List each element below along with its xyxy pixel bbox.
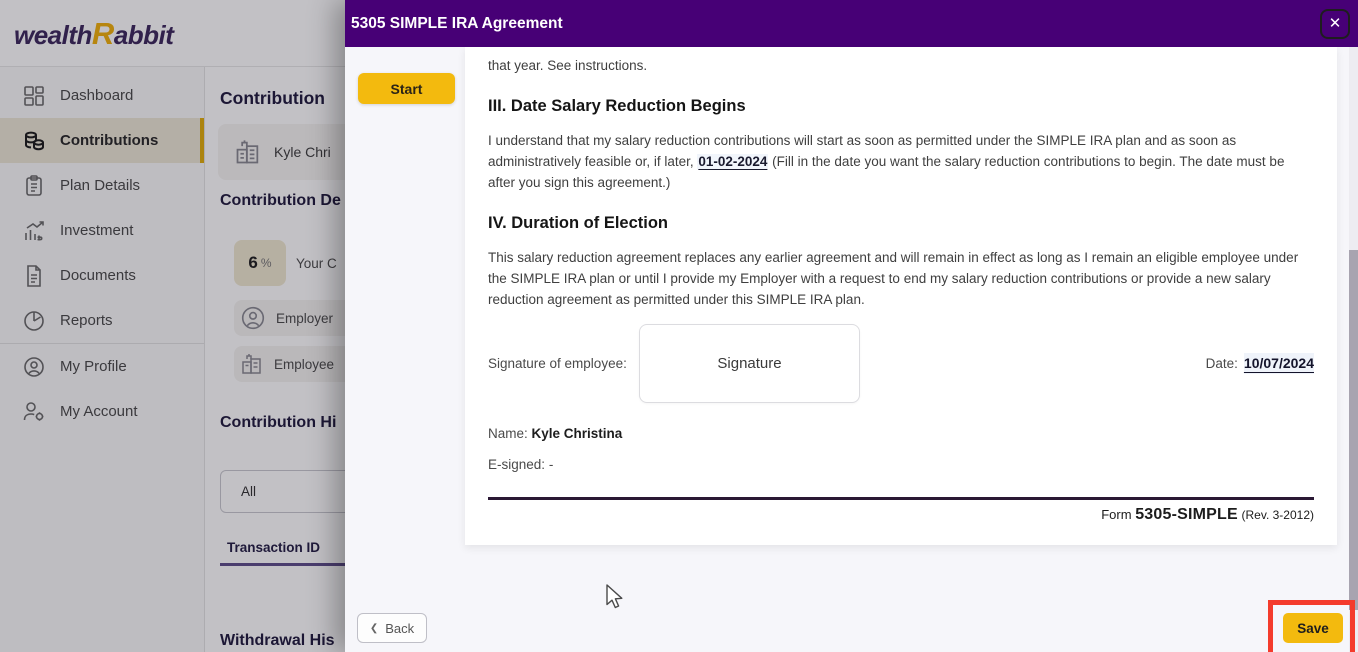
signature-box[interactable]: Signature	[639, 324, 860, 403]
signature-placeholder: Signature	[717, 355, 782, 372]
section-4-paragraph: This salary reduction agreement replaces…	[488, 250, 1299, 307]
name-value: Kyle Christina	[531, 426, 623, 441]
modal-body: Start that year. See instructions. III. …	[345, 47, 1358, 652]
date-field: Date: 10/07/2024	[1206, 353, 1314, 374]
date-value[interactable]: 10/07/2024	[1243, 353, 1314, 374]
section-3-paragraph: I understand that my salary reduction co…	[488, 130, 1314, 193]
esigned-line: E-signed: -	[488, 454, 1314, 475]
salary-reduction-start-date[interactable]: 01-02-2024	[697, 154, 769, 169]
screen: wealthRabbit Dashboard Contributions Pla…	[0, 0, 1358, 652]
name-line: Name: Kyle Christina	[488, 423, 1314, 444]
modal-scrollbar-track[interactable]	[1349, 47, 1358, 652]
form-prefix: Form	[1101, 507, 1132, 522]
save-button[interactable]: Save	[1283, 613, 1343, 643]
form-footer: Form 5305-SIMPLE (Rev. 3-2012)	[488, 504, 1314, 526]
form-footer-rule	[488, 497, 1314, 500]
back-button-label: Back	[385, 620, 415, 636]
date-label: Date:	[1205, 356, 1238, 371]
doc-intro-text: that year. See instructions.	[488, 58, 648, 73]
modal-title: 5305 SIMPLE IRA Agreement	[351, 14, 563, 32]
modal-header: 5305 SIMPLE IRA Agreement ✕	[345, 0, 1358, 47]
form-number: 5305-SIMPLE	[1135, 506, 1238, 523]
back-button[interactable]: ❮ Back	[357, 613, 427, 643]
section-4-heading: IV. Duration of Election	[488, 214, 668, 232]
esigned-label: E-signed:	[488, 457, 546, 472]
form-revision: (Rev. 3-2012)	[1241, 508, 1314, 522]
esigned-value: -	[548, 457, 554, 472]
signature-of-employee-label: Signature of employee:	[488, 356, 627, 371]
section-3-heading: III. Date Salary Reduction Begins	[488, 97, 746, 115]
agreement-document: that year. See instructions. III. Date S…	[465, 47, 1337, 545]
start-button[interactable]: Start	[358, 73, 455, 104]
name-label: Name:	[488, 426, 528, 441]
chevron-left-icon: ❮	[369, 622, 379, 634]
simple-ira-agreement-modal: 5305 SIMPLE IRA Agreement ✕ Start that y…	[345, 0, 1358, 652]
modal-scrollbar-thumb[interactable]	[1349, 250, 1358, 610]
close-icon[interactable]: ✕	[1320, 9, 1350, 39]
signature-row: Signature of employee: Signature Date: 1…	[488, 324, 1314, 403]
